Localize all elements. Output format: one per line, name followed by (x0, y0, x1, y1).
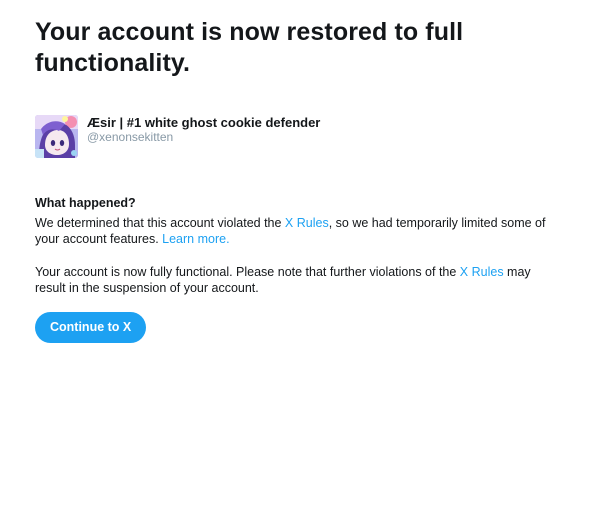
status-text-1: Your account is now fully functional. Pl… (35, 265, 460, 279)
x-rules-link-2[interactable]: X Rules (460, 265, 504, 279)
avatar (35, 115, 78, 158)
what-happened-paragraph: We determined that this account violated… (35, 215, 560, 247)
what-happened-heading: What happened? (35, 196, 136, 210)
learn-more-link[interactable]: Learn more. (162, 232, 229, 246)
avatar-image (35, 115, 78, 158)
continue-button[interactable]: Continue to X (35, 312, 147, 343)
account-restored-page: Your account is now restored to full fun… (0, 0, 590, 528)
x-rules-link[interactable]: X Rules (285, 216, 329, 230)
account-card: Æsir | #1 white ghost cookie defender @x… (35, 115, 560, 158)
account-text: Æsir | #1 white ghost cookie defender @x… (87, 115, 320, 145)
account-handle: @xenonsekitten (87, 130, 174, 144)
what-happened-text-1: We determined that this account violated… (35, 216, 285, 230)
status-paragraph: Your account is now fully functional. Pl… (35, 264, 560, 296)
page-title: Your account is now restored to full fun… (35, 18, 464, 77)
display-name: Æsir | #1 white ghost cookie defender (87, 115, 321, 130)
